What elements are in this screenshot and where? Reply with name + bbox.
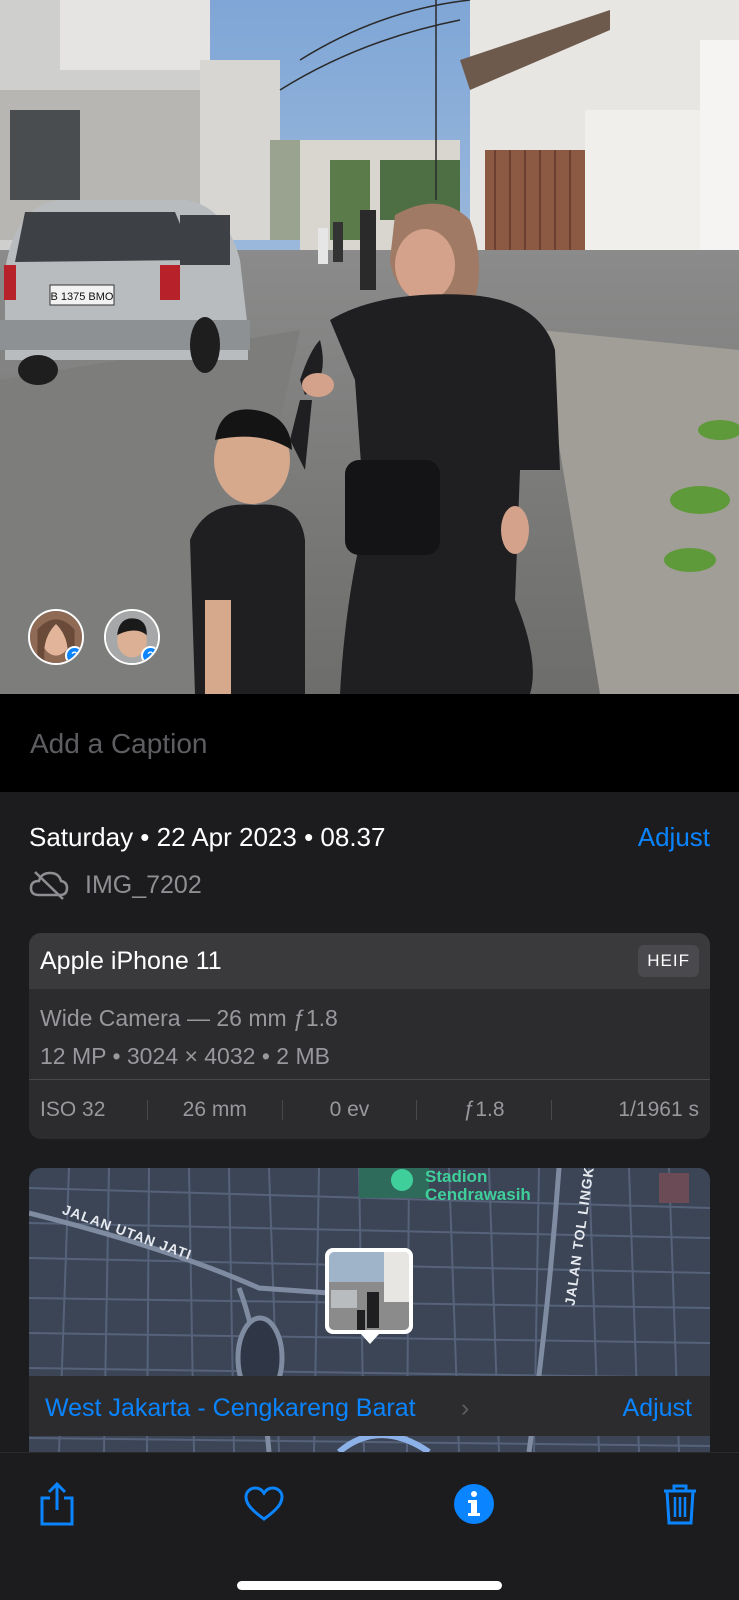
unknown-person-badge: ? [141, 646, 158, 663]
delete-button[interactable] [655, 1479, 705, 1529]
exif-focal-length: 26 mm [182, 1097, 247, 1121]
adjust-date-button[interactable]: Adjust [638, 822, 710, 853]
trash-icon [664, 1484, 696, 1525]
filename-row: IMG_7202 [29, 869, 202, 901]
heart-icon [244, 1486, 284, 1521]
exif-shutter-speed: 1/1961 s [618, 1097, 699, 1121]
info-button[interactable] [449, 1479, 499, 1529]
lens-info: Wide Camera — 26 mm ƒ1.8 [40, 1005, 338, 1031]
photo-image: B 1375 BMO [0, 0, 739, 694]
format-badge: HEIF [638, 945, 699, 977]
home-indicator[interactable] [237, 1581, 502, 1590]
cloud-slash-icon [29, 871, 69, 900]
caption-placeholder[interactable]: Add a Caption [30, 728, 709, 760]
share-icon [40, 1482, 74, 1526]
filename: IMG_7202 [85, 870, 202, 899]
device-header: Apple iPhone 11 HEIF [29, 933, 710, 989]
photo-view[interactable]: B 1375 BMO ? ? [0, 0, 739, 694]
photo-thumbnail-icon [329, 1252, 409, 1330]
device-card: Apple iPhone 11 HEIF Wide Camera — 26 mm… [29, 933, 710, 1139]
device-name: Apple iPhone 11 [40, 946, 222, 975]
location-link[interactable]: West Jakarta - Cengkareng Barat [45, 1394, 416, 1423]
adjust-location-button[interactable]: Adjust [623, 1394, 692, 1423]
face-chip-boy[interactable]: ? [104, 609, 160, 665]
share-button[interactable] [32, 1479, 82, 1529]
exif-row: ISO 32 26 mm 0 ev ƒ1.8 1/1961 s [29, 1079, 710, 1139]
exif-aperture: ƒ1.8 [463, 1097, 505, 1121]
exif-iso: ISO 32 [40, 1097, 106, 1121]
location-bar: West Jakarta - Cengkareng Barat › Adjust [29, 1376, 710, 1436]
photo-location-pin[interactable] [325, 1248, 413, 1344]
face-chip-woman[interactable]: ? [28, 609, 84, 665]
info-panel: Saturday • 22 Apr 2023 • 08.37 Adjust IM… [0, 792, 739, 1452]
exif-exposure-value: 0 ev [329, 1097, 370, 1121]
chevron-right-icon: › [461, 1394, 470, 1422]
photo-date: Saturday • 22 Apr 2023 • 08.37 [29, 822, 386, 852]
unknown-person-badge: ? [65, 646, 82, 663]
favorite-button[interactable] [239, 1479, 289, 1529]
caption-field[interactable]: Add a Caption [0, 694, 739, 792]
poi-label: Stadion Cendrawasih [425, 1168, 531, 1204]
bottom-toolbar [0, 1452, 739, 1600]
info-icon [454, 1484, 494, 1524]
car: B 1375 BMO [0, 200, 250, 385]
plate-text: B 1375 BMO [51, 291, 114, 303]
image-specs: 12 MP • 3024 × 4032 • 2 MB [40, 1043, 330, 1069]
pin-thumbnail [329, 1252, 409, 1330]
